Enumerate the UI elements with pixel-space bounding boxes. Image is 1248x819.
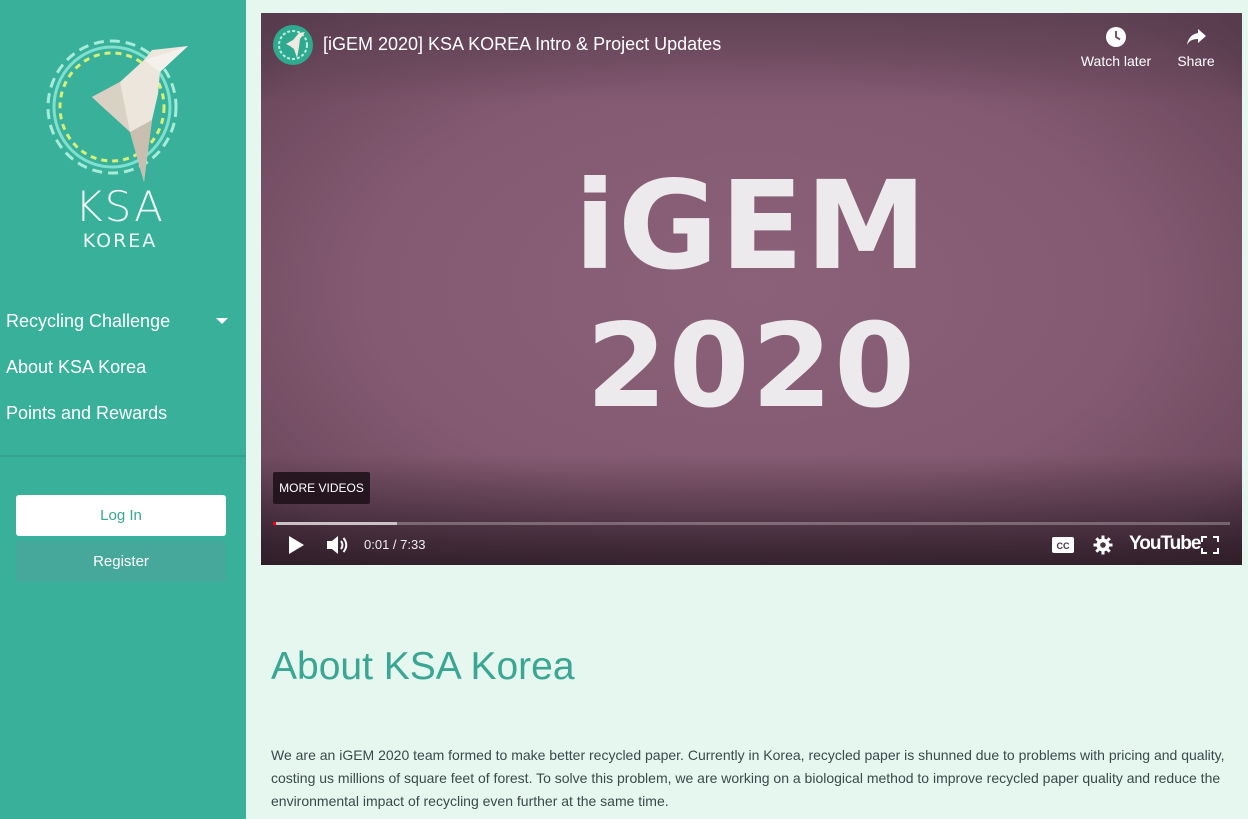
watch-later-label: Watch later	[1080, 53, 1152, 69]
nav-item-label: Recycling Challenge	[6, 310, 171, 331]
volume-icon	[327, 536, 348, 554]
sidebar-nav: Recycling Challenge About KSA Korea Poin…	[0, 298, 246, 436]
nav-item-about[interactable]: About KSA Korea	[0, 344, 246, 390]
video-frame-text-line2: 2020	[586, 299, 917, 434]
share-label: Share	[1177, 53, 1215, 69]
bird-logo-icon	[278, 30, 308, 60]
svg-text:CC: CC	[1057, 541, 1070, 551]
play-button[interactable]	[283, 530, 309, 560]
more-videos-button[interactable]: MORE VIDEOS	[273, 472, 370, 504]
logo-korea-text: KOREA	[82, 230, 158, 252]
fullscreen-icon	[1201, 536, 1219, 554]
about-heading: About KSA Korea	[271, 645, 575, 688]
settings-icon	[1093, 535, 1113, 555]
play-icon	[289, 536, 304, 554]
logo-ksa-text: KSA	[75, 182, 165, 231]
login-button[interactable]: Log In	[16, 495, 226, 536]
video-frame-text-line1: iGEM	[574, 155, 929, 297]
about-paragraph: We are an iGEM 2020 team formed to make …	[271, 747, 1225, 809]
sidebar-divider	[0, 455, 246, 457]
time-display: 0:01 / 7:33	[364, 537, 426, 552]
progress-played	[273, 522, 276, 525]
clock-icon	[1106, 27, 1126, 47]
nav-item-points-rewards[interactable]: Points and Rewards	[0, 390, 246, 436]
video-title[interactable]: [iGEM 2020] KSA KOREA Intro & Project Up…	[323, 34, 721, 55]
volume-button[interactable]	[325, 530, 351, 560]
share-button[interactable]: Share	[1166, 25, 1226, 69]
video-player[interactable]: iGEM 2020 [iGEM 2020] KSA KOREA Intro & …	[261, 13, 1242, 565]
nav-item-label: Points and Rewards	[6, 402, 168, 423]
progress-bar[interactable]	[273, 522, 1230, 525]
settings-button[interactable]	[1091, 530, 1115, 560]
progress-loaded	[273, 522, 397, 525]
watch-later-button[interactable]: Watch later	[1073, 25, 1159, 69]
captions-button[interactable]: CC	[1051, 530, 1075, 560]
youtube-logo[interactable]: YouTube	[1129, 533, 1201, 555]
share-arrow-icon	[1187, 29, 1206, 45]
register-button[interactable]: Register	[16, 541, 226, 582]
caret-down-icon[interactable]	[216, 318, 228, 324]
channel-avatar[interactable]	[273, 25, 313, 65]
nav-item-recycling-challenge[interactable]: Recycling Challenge	[0, 298, 246, 344]
captions-icon: CC	[1052, 537, 1074, 553]
fullscreen-button[interactable]	[1198, 530, 1222, 560]
ksa-korea-logo[interactable]: KSA KOREA	[40, 32, 200, 257]
sidebar: KSA KOREA Recycling Challenge About KSA …	[0, 0, 246, 819]
dna-bird-logo-icon	[46, 39, 188, 182]
nav-item-label: About KSA Korea	[6, 356, 147, 377]
